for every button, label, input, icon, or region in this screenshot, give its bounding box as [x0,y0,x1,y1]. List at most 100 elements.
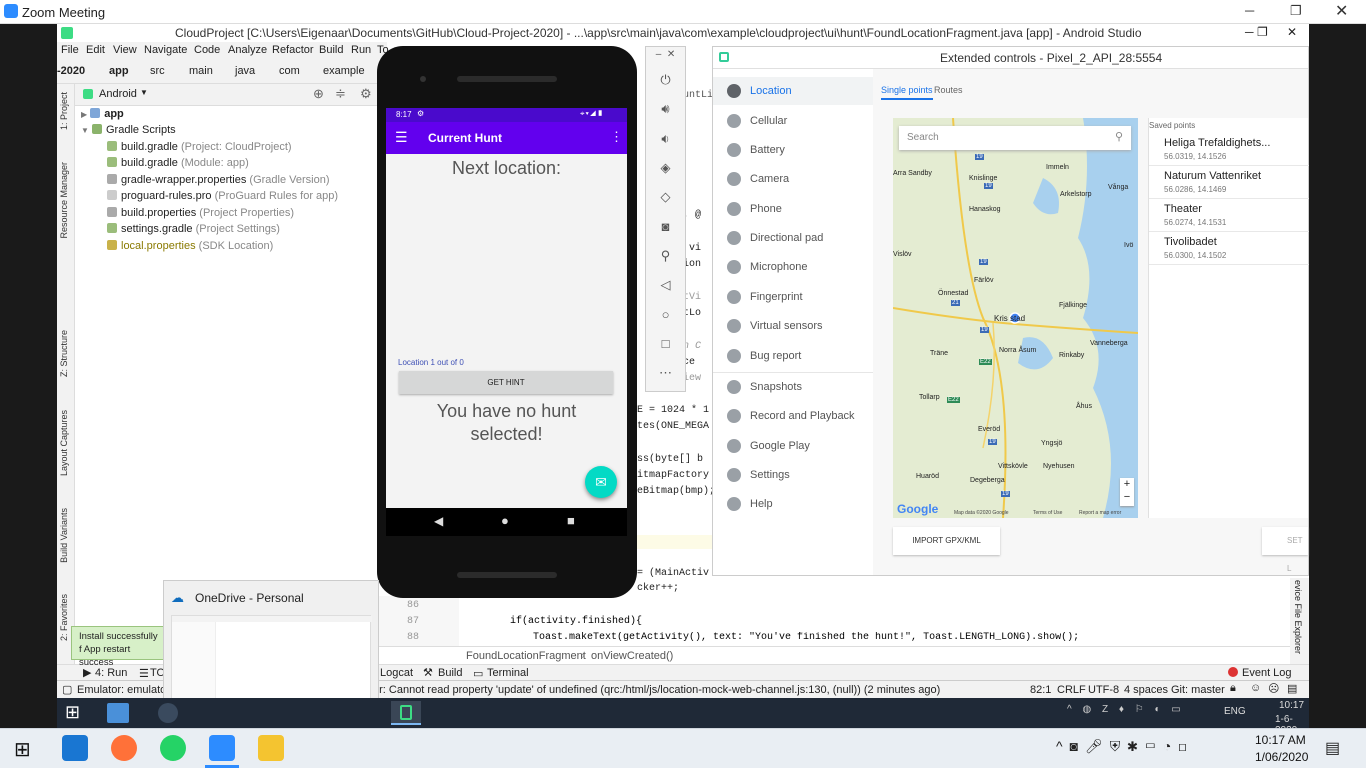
rotate-left-icon[interactable]: ◈ [646,160,685,176]
nav-java[interactable]: java [235,65,255,77]
saved-point[interactable]: Heliga Trefaldighets... 56.0319, 14.1526 [1149,133,1309,166]
tree-item[interactable]: build.gradle (Module: app) [107,157,249,173]
maximize-icon[interactable]: ❐ [1290,3,1302,19]
nav-main[interactable]: main [189,65,213,77]
tree-item[interactable]: gradle-wrapper.properties (Gradle Versio… [107,174,330,190]
crumb-method[interactable]: onViewCreated() [591,650,673,662]
status-indent[interactable]: 4 spaces [1124,684,1168,696]
nav-virtual-sensors[interactable]: Virtual sensors [713,312,873,340]
menu-code[interactable]: Code [194,44,220,56]
mail-fab-icon[interactable]: ✉ [585,466,617,498]
map-report-link[interactable]: Report a map error [1079,510,1121,516]
overflow-menu-icon[interactable]: ⋮ [610,129,623,145]
nav-cellular[interactable]: Cellular [713,107,873,135]
gear-icon[interactable]: ⚙ [360,86,372,102]
rotate-right-icon[interactable]: ◇ [646,189,685,205]
zoom-icon[interactable]: ⚲ [646,248,685,264]
menu-icon[interactable]: ☰ [395,129,408,146]
nav-settings[interactable]: Settings [713,461,873,489]
smiley-icon[interactable]: ☺ [1250,682,1261,694]
install-toast[interactable]: Install successfully f App restart succe… [71,626,167,668]
tree-item[interactable]: build.gradle (Project: CloudProject) [107,141,292,157]
status-git[interactable]: Git: master [1171,684,1225,696]
windows-start-icon[interactable]: ⊞ [65,702,80,723]
nav-src[interactable]: src [150,65,165,77]
tree-item[interactable]: proguard-rules.pro (ProGuard Rules for a… [107,190,338,206]
tab-layout-captures[interactable]: Layout Captures [59,410,69,476]
nav-com[interactable]: com [279,65,300,77]
tab-build[interactable]: Build [438,667,462,679]
menu-refactor[interactable]: Refactor [272,44,314,56]
clock-time[interactable]: 10:17 AM [1255,733,1306,747]
map-view[interactable]: Search ⚲ Immeln Arkelstorp Vånga Knislin… [893,118,1138,518]
camera-icon[interactable]: ◙ [646,219,685,234]
collapse-icon[interactable]: ≑ [335,86,346,102]
crumb-class[interactable]: FoundLocationFragment [466,650,586,662]
nav-phone[interactable]: Phone [713,195,873,223]
zoom-in-icon[interactable]: + [1120,478,1134,491]
map-zoom-control[interactable]: + − [1120,478,1134,506]
nav-root[interactable]: -2020 [57,65,85,77]
tray-icons[interactable]: ^◙🎤︎⛨✱▭◔◻ [1056,738,1194,755]
tab-structure[interactable]: Z: Structure [59,330,69,377]
tree-item[interactable]: ▼ Gradle Scripts [81,124,176,140]
windows-start-icon[interactable]: ⊞ [14,737,31,762]
set-location-button[interactable]: SET L [1262,527,1308,573]
inner-clock-time[interactable]: 10:17 [1279,700,1304,711]
status-line-sep[interactable]: CRLF [1057,684,1086,696]
app-icon[interactable] [107,703,129,723]
tree-item[interactable]: build.properties (Project Properties) [107,207,294,223]
volume-down-icon[interactable]: 🔉︎ [646,131,685,147]
saved-point[interactable]: Theater 56.0274, 14.1531 [1149,199,1309,232]
tab-logcat[interactable]: Logcat [380,667,413,679]
project-view-select[interactable]: Android [99,88,137,100]
nav-fingerprint[interactable]: Fingerprint [713,283,873,311]
get-hint-button[interactable]: GET HINT [399,371,613,394]
tab-favorites[interactable]: 2: Favorites [59,594,69,641]
menu-file[interactable]: File [61,44,79,56]
power-icon[interactable]: ⏻ [646,72,685,88]
mail-icon[interactable] [62,735,88,761]
app-icon[interactable] [158,703,178,723]
back-icon[interactable]: ◁ [646,277,685,293]
emulator-window-controls[interactable]: – ✕ [646,49,685,60]
recents-icon[interactable]: ■ [567,513,575,528]
chevron-down-icon[interactable]: ▼ [140,88,148,97]
map-terms-link[interactable]: Terms of Use [1033,510,1062,516]
home-icon[interactable]: ● [501,513,509,528]
saved-point[interactable]: Naturum Vattenriket 56.0286, 14.1469 [1149,166,1309,199]
nav-microphone[interactable]: Microphone [713,253,873,281]
tree-item[interactable]: settings.gradle (Project Settings) [107,223,280,239]
status-message[interactable]: or: Cannot read property 'update' of und… [373,684,940,696]
tab-single-points[interactable]: Single points [881,85,933,100]
studio-maximize-icon[interactable]: ❐ [1257,25,1268,39]
tab-device-file-explorer[interactable]: evice File Explorer [1293,580,1303,654]
frown-icon[interactable]: ☹ [1268,682,1279,695]
nav-bug-report[interactable]: Bug report [713,342,873,370]
overview-icon[interactable]: □ [646,336,685,351]
import-gpx-button[interactable]: IMPORT GPX/KML [893,527,1000,555]
back-icon[interactable]: ◀ [434,514,443,528]
nav-directional-pad[interactable]: Directional pad [713,224,873,252]
status-encoding[interactable]: UTF-8 [1088,684,1119,696]
menu-analyze[interactable]: Analyze [228,44,267,56]
lock-icon[interactable]: 🔒︎ [1230,682,1236,695]
file-explorer-icon[interactable] [258,735,284,761]
nav-app[interactable]: app [109,65,129,77]
studio-close-icon[interactable]: ✕ [1287,25,1297,39]
inner-tray-icons[interactable]: ^ ◍ Z ♦ ⚐ ◐ ▭ [1067,704,1185,715]
whatsapp-icon[interactable] [160,735,186,761]
emulator-taskbar-icon[interactable] [391,701,421,725]
menu-navigate[interactable]: Navigate [144,44,187,56]
tree-item[interactable]: local.properties (SDK Location) [107,240,273,256]
nav-record-playback[interactable]: Record and Playback [713,402,873,430]
close-icon[interactable]: ✕ [1335,1,1348,21]
nav-location[interactable]: Location [713,77,873,105]
menu-run[interactable]: Run [351,44,371,56]
tab-resource-manager[interactable]: Resource Manager [59,162,69,239]
nav-camera[interactable]: Camera [713,165,873,193]
tree-item[interactable]: ▶ app [81,108,124,124]
status-position[interactable]: 82:1 [1030,684,1051,696]
nav-help[interactable]: Help [713,490,873,518]
tab-terminal[interactable]: Terminal [487,667,529,679]
